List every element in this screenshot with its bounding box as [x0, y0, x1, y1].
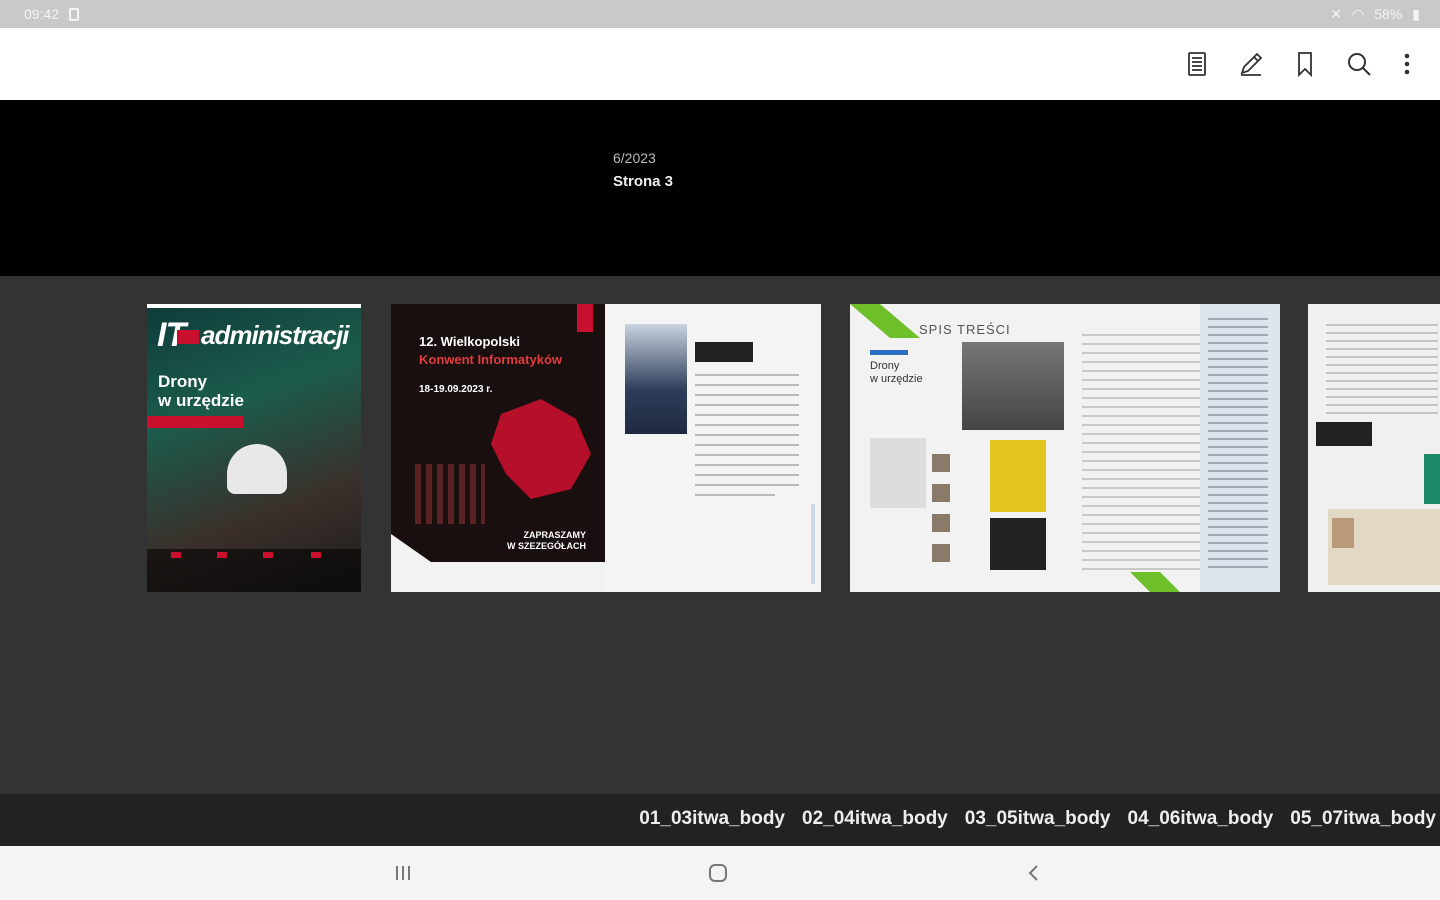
status-time: 09:42 [24, 6, 60, 22]
text-line [695, 404, 799, 406]
page-tooltip: 6/2023 Strona 3 [613, 150, 673, 190]
pen-icon [1240, 52, 1263, 76]
cover-headline: Drony w urzędzie [158, 372, 244, 410]
table-of-contents-icon [1188, 52, 1206, 76]
toc-blue-tag [870, 350, 908, 355]
toc-feature-title: Drony w urzędzie [870, 360, 923, 385]
spread3-device-image [1316, 422, 1372, 446]
page-number: Strona 3 [613, 173, 674, 190]
spread3-teal-tab [1424, 454, 1440, 504]
toc-drone-photo [962, 342, 1064, 430]
ad-page: 12. Wielkopolski Konwent Informatyków 18… [391, 304, 605, 592]
editorial-edge [811, 504, 815, 584]
ad-title: 12. Wielkopolski [419, 334, 521, 349]
cover-red-bar [147, 416, 243, 428]
toc-list-column [1082, 334, 1200, 570]
status-bar: 09:42 ✕ ◠ 58% ▮ [0, 0, 1440, 28]
teaser-marker [263, 552, 273, 558]
text-line [695, 484, 799, 486]
ad-footer-logos [391, 562, 605, 592]
more-vert-icon [1404, 53, 1410, 75]
ad-subtitle: Konwent Informatyków [419, 352, 563, 367]
cover-logo-title: administracji [201, 320, 349, 350]
chapter-link-1[interactable]: 01_03itwa_body [639, 808, 785, 830]
chapter-link-2[interactable]: 02_04itwa_body [802, 808, 948, 830]
issue-number: 6/2023 [613, 150, 656, 166]
teaser-marker [311, 552, 321, 558]
bookmark-button[interactable] [1287, 46, 1323, 82]
back-button[interactable] [1016, 858, 1052, 888]
text-line [695, 374, 799, 376]
toc-yellow-block [990, 440, 1046, 512]
recent-apps-button[interactable] [385, 858, 421, 888]
chapter-bar: 01_03itwa_body 02_04itwa_body 03_05itwa_… [0, 794, 1440, 846]
thumbnail-spread-4-5[interactable]: SPIS TREŚCI Drony w urzędzie [850, 304, 1280, 592]
sd-card-icon [69, 7, 80, 21]
toc-green-footer [1130, 572, 1180, 592]
wifi-icon: ◠ [1352, 5, 1365, 22]
back-icon [1028, 865, 1038, 881]
editorial-portrait [625, 324, 687, 434]
chapter-link-5[interactable]: 05_07itwa_body [1290, 808, 1436, 830]
ad-map-image [491, 399, 591, 499]
cover-logo-badge [177, 330, 199, 344]
toc-sidebar-text [1208, 318, 1268, 568]
text-line [695, 464, 799, 466]
top-toolbar [0, 28, 1440, 100]
system-navigation-bar [0, 846, 1440, 900]
text-line [695, 494, 775, 496]
thumbnail-spread-6-7[interactable] [1308, 304, 1440, 592]
text-line [695, 474, 799, 476]
spread3-text-column [1378, 324, 1438, 414]
text-line [695, 454, 799, 456]
home-button[interactable] [700, 858, 736, 888]
ad-red-tab [577, 304, 593, 332]
text-line [695, 434, 799, 436]
thumbnail-strip[interactable]: IT administracji Drony w urzędzie 12. Wi… [0, 276, 1440, 794]
battery-level: 58% [1374, 6, 1403, 22]
ad-calendar-grid [415, 464, 485, 524]
editorial-page [605, 304, 821, 592]
battery-icon: ▮ [1412, 5, 1420, 22]
editorial-title-block [695, 342, 753, 362]
cover-top-band [147, 304, 361, 308]
search-icon [1348, 53, 1371, 76]
thumbnail-spread-2-3[interactable]: 12. Wielkopolski Konwent Informatyków 18… [391, 304, 821, 592]
ad-corner [391, 534, 431, 562]
toc-dark-block [990, 518, 1046, 570]
text-line [695, 384, 799, 386]
toc-portraits [932, 454, 950, 564]
toc-heading: SPIS TREŚCI [919, 322, 1011, 337]
more-options-button[interactable] [1389, 46, 1425, 82]
mute-icon: ✕ [1330, 5, 1343, 22]
spread3-portrait [1332, 518, 1354, 548]
chapter-list: 01_03itwa_body 02_04itwa_body 03_05itwa_… [639, 808, 1436, 830]
recent-apps-icon [396, 866, 410, 880]
thumbnail-cover[interactable]: IT administracji Drony w urzędzie [147, 304, 361, 592]
annotate-button[interactable] [1233, 46, 1269, 82]
page-preview-area: 6/2023 Strona 3 [0, 100, 1440, 276]
toc-green-corner [850, 304, 920, 338]
text-line [695, 424, 799, 426]
teaser-marker [217, 552, 227, 558]
spread3-text-column [1326, 324, 1386, 414]
text-line [695, 414, 799, 416]
chapter-link-3[interactable]: 03_05itwa_body [965, 808, 1111, 830]
home-icon [709, 864, 727, 882]
search-button[interactable] [1341, 46, 1377, 82]
toc-image-1 [870, 438, 926, 508]
teaser-marker [171, 552, 181, 558]
chapter-link-4[interactable]: 04_06itwa_body [1128, 808, 1274, 830]
text-line [695, 394, 799, 396]
cover-drone-image [227, 444, 287, 494]
table-of-contents-button[interactable] [1179, 46, 1215, 82]
bookmark-icon [1298, 52, 1312, 78]
text-line [695, 444, 799, 446]
ad-cta: ZAPRASZAMY W SZEZEGÓŁACH [507, 530, 586, 551]
